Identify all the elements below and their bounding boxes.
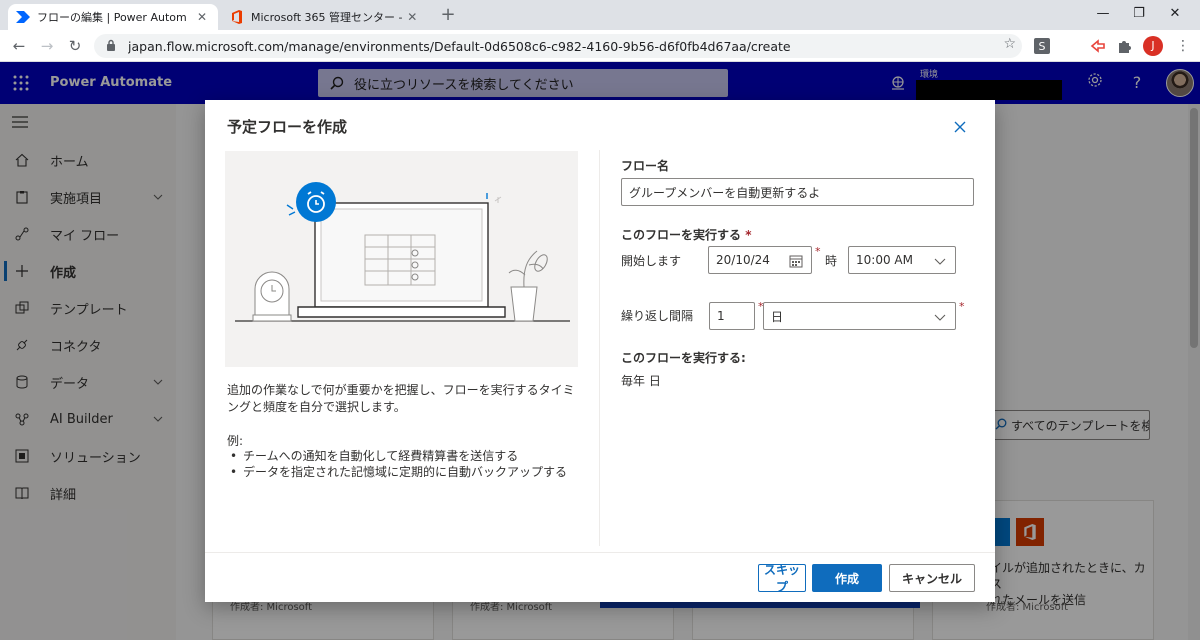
back-button[interactable]: ←	[8, 36, 30, 56]
list-item: チームへの通知を自動化して経費精算書を送信する	[227, 448, 587, 464]
run-schedule-label: このフローを実行する *	[621, 226, 751, 243]
list-item: データを指定された記憶域に定期的に自動バックアップする	[227, 464, 587, 480]
create-button[interactable]: 作成	[812, 564, 882, 592]
chrome-menu-icon[interactable]: ⋮	[1176, 38, 1192, 54]
browser-tab-power-automate[interactable]: フローの編集 | Power Automate ✕	[8, 4, 218, 30]
chevron-down-icon[interactable]	[933, 254, 947, 268]
office-favicon-icon	[230, 10, 244, 24]
svg-text:S: S	[1039, 40, 1046, 53]
url-text[interactable]: japan.flow.microsoft.com/manage/environm…	[128, 39, 988, 54]
tab-title: フローの編集 | Power Automate	[37, 11, 187, 24]
examples-label: 例:	[227, 434, 244, 448]
tab-close-icon[interactable]: ✕	[194, 10, 210, 24]
omnibox[interactable]: japan.flow.microsoft.com/manage/environm…	[94, 34, 1022, 58]
tab-close-icon[interactable]: ✕	[405, 10, 420, 24]
scheduled-flow-illustration	[225, 151, 578, 367]
required-mark: *	[959, 300, 965, 313]
extension-cast-icon[interactable]	[1090, 38, 1106, 54]
repeat-interval-input[interactable]: 1	[709, 302, 755, 330]
start-time-dropdown[interactable]: 10:00 AM	[848, 246, 956, 274]
chevron-down-icon[interactable]	[933, 310, 947, 324]
power-automate-favicon-icon	[16, 10, 30, 24]
browser-tab-bar: フローの編集 | Power Automate ✕ Microsoft 365 …	[0, 0, 1200, 30]
dialog-description: 追加の作業なしで何が重要かを把握し、フローを実行するタイミングと頻度を自分で選択…	[227, 383, 575, 414]
run-schedule-text: このフローを実行する	[621, 228, 742, 242]
column-divider	[599, 150, 600, 546]
flow-name-label: フロー名	[621, 159, 670, 173]
time-label: 時	[825, 254, 838, 268]
extensions-puzzle-icon[interactable]	[1116, 38, 1132, 54]
repeat-interval-label: 繰り返し間隔	[621, 309, 694, 323]
footer-divider	[205, 552, 995, 553]
repeat-unit-dropdown[interactable]: 日	[763, 302, 956, 330]
forward-button[interactable]: →	[36, 36, 58, 56]
start-date-value: 20/10/24	[716, 253, 770, 267]
repeat-unit-value: 日	[771, 309, 784, 324]
address-bar-row: ← → ↻ japan.flow.microsoft.com/manage/en…	[0, 30, 1200, 62]
run-summary-label: このフローを実行する:	[621, 351, 746, 365]
profile-avatar[interactable]: J	[1143, 36, 1163, 56]
start-label: 開始します	[621, 254, 682, 268]
flow-name-value: グループメンバーを自動更新するよ	[629, 185, 821, 200]
close-icon[interactable]	[951, 118, 969, 136]
bookmark-star-icon[interactable]: ☆	[1003, 36, 1016, 52]
reload-button[interactable]: ↻	[64, 36, 86, 56]
required-mark: *	[815, 245, 821, 258]
calendar-icon[interactable]	[789, 254, 803, 268]
window-close-button[interactable]: ✕	[1152, 0, 1198, 30]
run-summary-value: 毎年 日	[621, 374, 661, 388]
flow-name-input[interactable]: グループメンバーを自動更新するよ	[621, 178, 974, 206]
dialog-title: 予定フローを作成	[227, 118, 348, 136]
required-mark: *	[745, 228, 752, 242]
extension-s-icon[interactable]: S	[1034, 38, 1050, 54]
start-date-picker[interactable]: 20/10/24	[708, 246, 812, 274]
repeat-interval-value: 1	[717, 309, 725, 323]
new-tab-button[interactable]: +	[438, 4, 458, 26]
browser-tab-m365[interactable]: Microsoft 365 管理センター - ホーム ✕	[222, 4, 428, 30]
skip-button[interactable]: スキップ	[758, 563, 806, 594]
tab-title: Microsoft 365 管理センター - ホーム	[251, 11, 405, 24]
examples-list: チームへの通知を自動化して経費精算書を送信する データを指定された記憶域に定期的…	[227, 448, 587, 480]
cancel-button[interactable]: キャンセル	[889, 564, 975, 592]
scheduled-flow-dialog: 予定フローを作成 追加の作業なしで何が重要かを把握し、フローを実行するタイミング…	[205, 100, 995, 602]
start-time-value: 10:00 AM	[856, 253, 913, 267]
lock-icon	[106, 39, 120, 54]
